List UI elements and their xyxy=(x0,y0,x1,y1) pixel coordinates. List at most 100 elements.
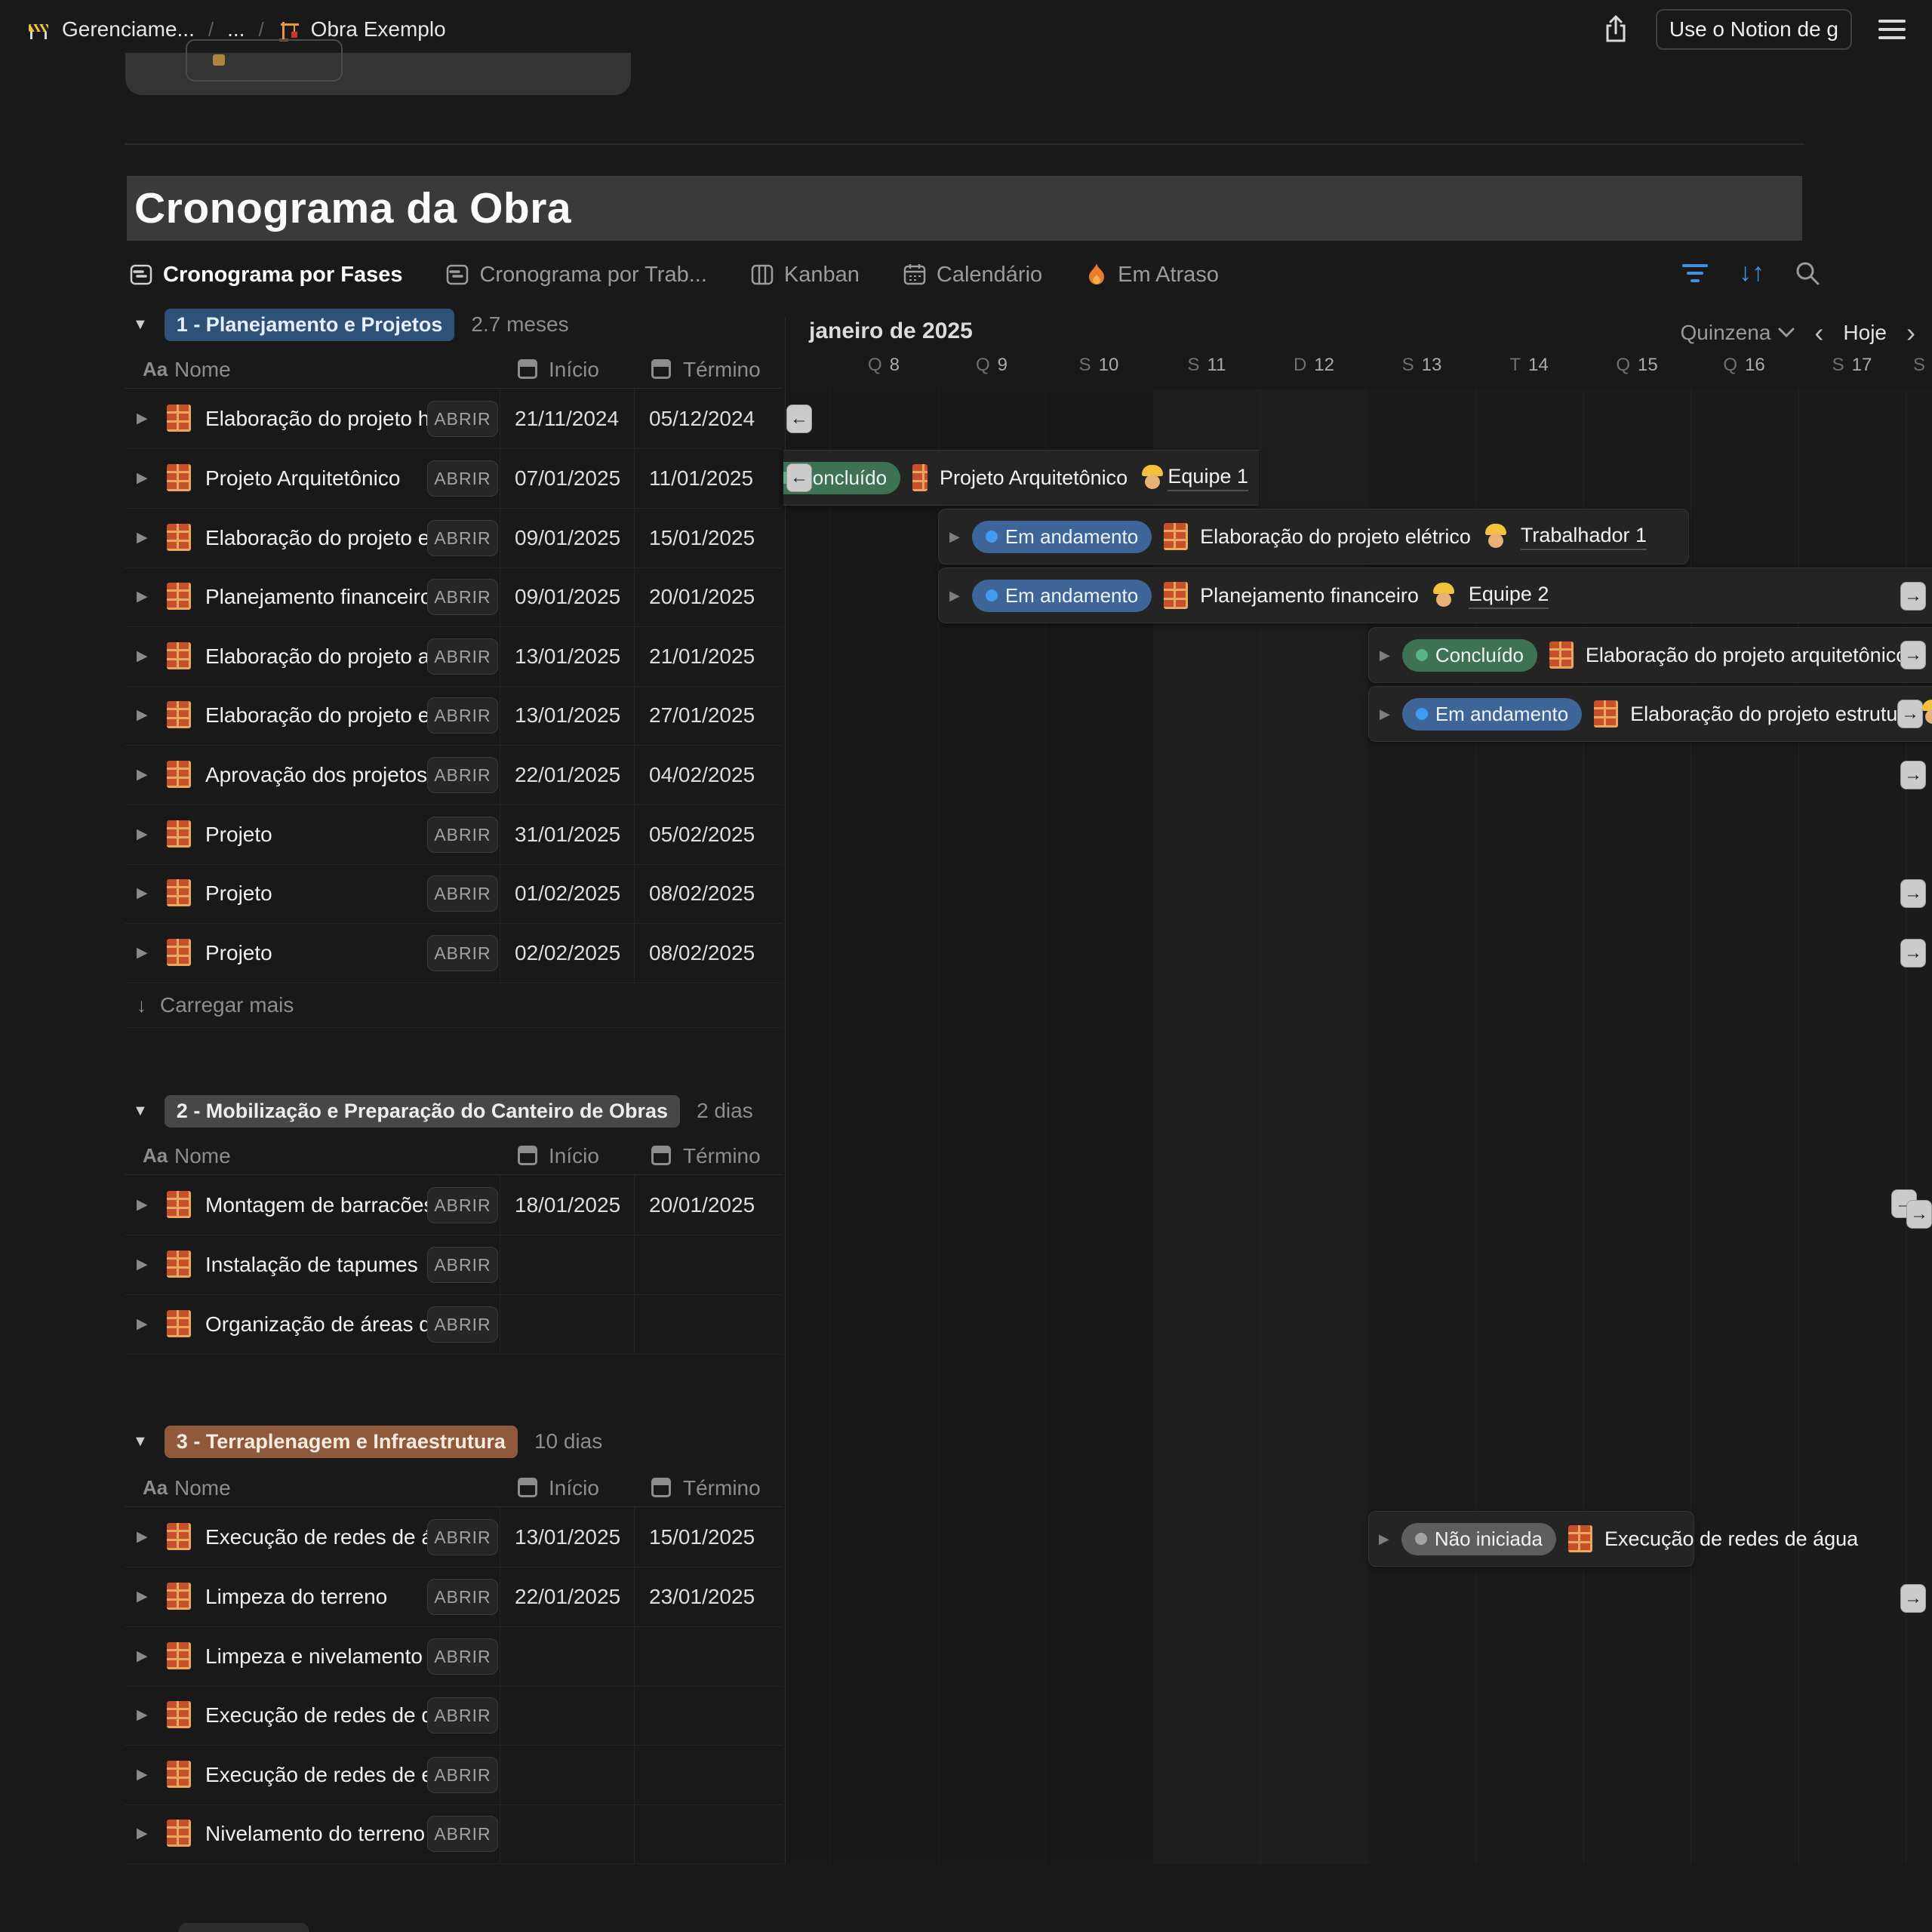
end-date[interactable]: 08/02/2025 xyxy=(649,881,755,906)
collapse-toggle-icon[interactable] xyxy=(133,1103,148,1120)
prev-period-button[interactable]: ‹ xyxy=(1814,317,1823,349)
name-column-header[interactable]: Nome xyxy=(174,1144,231,1168)
name-column-header[interactable]: Nome xyxy=(174,1476,231,1500)
table-row[interactable]: Projeto ABRIR 01/02/2025 08/02/2025 xyxy=(125,863,783,924)
table-row[interactable]: Aprovação dos projetos ABRIR 22/01/2025 … xyxy=(125,745,783,805)
open-button[interactable]: ABRIR xyxy=(427,757,498,793)
timeline-zoom-select[interactable]: Quinzena xyxy=(1681,321,1795,345)
start-date[interactable]: 18/01/2025 xyxy=(515,1193,620,1217)
breadcrumb-ellipsis[interactable]: ... xyxy=(227,17,245,42)
start-column-header[interactable]: Início xyxy=(549,1476,599,1500)
use-notion-cta-button[interactable]: Use o Notion de g xyxy=(1656,9,1852,50)
scroll-to-bar-right-button[interactable] xyxy=(1900,939,1926,968)
end-date[interactable]: 15/01/2025 xyxy=(649,526,755,550)
expand-toggle-icon[interactable] xyxy=(137,529,148,546)
open-button[interactable]: ABRIR xyxy=(427,520,498,556)
table-row[interactable]: Projeto ABRIR 02/02/2025 08/02/2025 xyxy=(125,923,783,983)
start-date[interactable]: 01/02/2025 xyxy=(515,881,620,906)
collapse-toggle-icon[interactable] xyxy=(133,316,148,334)
expand-toggle-icon[interactable] xyxy=(1380,706,1390,722)
expand-toggle-icon[interactable] xyxy=(137,1256,148,1273)
table-row[interactable]: Organização de áreas de ABRIR xyxy=(125,1294,783,1355)
expand-toggle-icon[interactable] xyxy=(137,944,148,961)
table-row[interactable]: Elaboração do projeto es ABRIR 13/01/202… xyxy=(125,685,783,746)
open-button[interactable]: ABRIR xyxy=(427,1638,498,1675)
gantt-bar-planejamento-financeiro[interactable]: Em andamento Planejamento financeiro Equ… xyxy=(938,568,1932,623)
share-icon[interactable] xyxy=(1601,14,1630,45)
open-button[interactable]: ABRIR xyxy=(427,1306,498,1343)
table-row[interactable]: Elaboração do projeto el ABRIR 09/01/202… xyxy=(125,508,783,568)
table-row[interactable]: Limpeza e nivelamento d ABRIR xyxy=(125,1626,783,1687)
expand-toggle-icon[interactable] xyxy=(137,1825,148,1842)
group-badge[interactable]: 2 - Mobilização e Preparação do Canteiro… xyxy=(165,1095,680,1128)
scroll-to-bar-right-button[interactable] xyxy=(1900,582,1926,611)
table-row[interactable]: Planejamento financeiro ABRIR 09/01/2025… xyxy=(125,567,783,627)
start-date[interactable]: 31/01/2025 xyxy=(515,823,620,847)
open-button[interactable]: ABRIR xyxy=(427,935,498,971)
gantt-bar-execucao-redes-agua[interactable]: Não iniciada Execução de redes de água xyxy=(1368,1511,1881,1567)
group-header-3[interactable]: 3 - Terraplenagem e Infraestrutura 10 di… xyxy=(133,1423,602,1460)
start-column-header[interactable]: Início xyxy=(549,1144,599,1168)
expand-toggle-icon[interactable] xyxy=(137,648,148,665)
start-date[interactable]: 02/02/2025 xyxy=(515,941,620,965)
expand-toggle-icon[interactable] xyxy=(949,588,960,604)
expand-toggle-icon[interactable] xyxy=(137,1196,148,1214)
open-button[interactable]: ABRIR xyxy=(427,638,498,675)
end-date[interactable]: 15/01/2025 xyxy=(649,1525,755,1549)
expand-toggle-icon[interactable] xyxy=(137,1315,148,1333)
expand-toggle-icon[interactable] xyxy=(137,1766,148,1783)
open-button[interactable]: ABRIR xyxy=(427,579,498,615)
breadcrumb-current-page[interactable]: Obra Exemplo xyxy=(311,17,446,42)
scroll-to-bar-right-button[interactable] xyxy=(1906,1200,1932,1229)
gantt-bar-projeto-arquitetonico-elab[interactable]: Concluído Elaboração do projeto arquitet… xyxy=(1368,627,1932,683)
open-button[interactable]: ABRIR xyxy=(427,401,498,437)
table-row[interactable]: Elaboração do projeto ar ABRIR 13/01/202… xyxy=(125,626,783,687)
start-date[interactable]: 09/01/2025 xyxy=(515,585,620,609)
collapse-toggle-icon[interactable] xyxy=(133,1433,148,1451)
end-date[interactable]: 21/01/2025 xyxy=(649,645,755,669)
tab-cronograma-por-fases[interactable]: Cronograma por Fases xyxy=(130,263,402,288)
gantt-bar-projeto-arquitetonico[interactable]: Concluído Projeto Arquitetônico Equipe 1 xyxy=(783,450,1259,506)
open-button[interactable]: ABRIR xyxy=(427,697,498,734)
today-button[interactable]: Hoje xyxy=(1843,321,1887,345)
end-date[interactable]: 08/02/2025 xyxy=(649,941,755,965)
end-column-header[interactable]: Término xyxy=(683,1476,761,1500)
table-row[interactable]: Montagem de barracões ABRIR 18/01/2025 2… xyxy=(125,1175,783,1235)
table-row[interactable]: Execução de redes de dr ABRIR xyxy=(125,1685,783,1746)
scroll-to-bar-right-button[interactable] xyxy=(1900,1584,1926,1613)
start-date[interactable]: 21/11/2024 xyxy=(515,407,619,431)
end-column-header[interactable]: Término xyxy=(683,1144,761,1168)
open-button[interactable]: ABRIR xyxy=(427,1519,498,1555)
sort-icon[interactable]: ↓↑ xyxy=(1739,258,1764,288)
open-button[interactable]: ABRIR xyxy=(427,1187,498,1223)
scroll-to-bar-right-button[interactable] xyxy=(1900,761,1926,789)
search-icon[interactable] xyxy=(1795,260,1820,286)
assignee-link[interactable]: Equipe 2 xyxy=(1469,583,1549,609)
expand-toggle-icon[interactable] xyxy=(137,766,148,783)
open-button[interactable]: ABRIR xyxy=(427,1579,498,1615)
start-date[interactable]: 13/01/2025 xyxy=(515,645,620,669)
table-row[interactable]: Elaboração do projeto hi ABRIR 21/11/202… xyxy=(125,389,783,449)
expand-toggle-icon[interactable] xyxy=(137,1588,148,1605)
start-date[interactable]: 22/01/2025 xyxy=(515,1585,620,1609)
table-row[interactable]: Execução de redes de es ABRIR xyxy=(125,1745,783,1805)
open-button[interactable]: ABRIR xyxy=(427,460,498,497)
end-date[interactable]: 05/02/2025 xyxy=(649,823,755,847)
expand-toggle-icon[interactable] xyxy=(137,469,148,487)
table-row[interactable]: Nivelamento do terreno ABRIR xyxy=(125,1804,783,1864)
scroll-to-bar-right-button[interactable] xyxy=(1900,641,1926,669)
open-button[interactable]: ABRIR xyxy=(427,1816,498,1852)
start-date[interactable]: 13/01/2025 xyxy=(515,1525,620,1549)
group-badge[interactable]: 3 - Terraplenagem e Infraestrutura xyxy=(165,1426,518,1458)
end-date[interactable]: 23/01/2025 xyxy=(649,1585,755,1609)
scroll-to-bar-left-button[interactable] xyxy=(786,463,812,492)
expand-toggle-icon[interactable] xyxy=(137,1647,148,1665)
group-header-1[interactable]: 1 - Planejamento e Projetos 2.7 meses xyxy=(133,306,569,343)
end-date[interactable]: 04/02/2025 xyxy=(649,763,755,787)
group-header-2[interactable]: 2 - Mobilização e Preparação do Canteiro… xyxy=(133,1093,753,1129)
end-date[interactable]: 27/01/2025 xyxy=(649,703,755,728)
end-date[interactable]: 20/01/2025 xyxy=(649,585,755,609)
expand-toggle-icon[interactable] xyxy=(137,826,148,843)
expand-toggle-icon[interactable] xyxy=(949,529,960,545)
assignee-link[interactable]: Equipe 1 xyxy=(1168,465,1248,491)
